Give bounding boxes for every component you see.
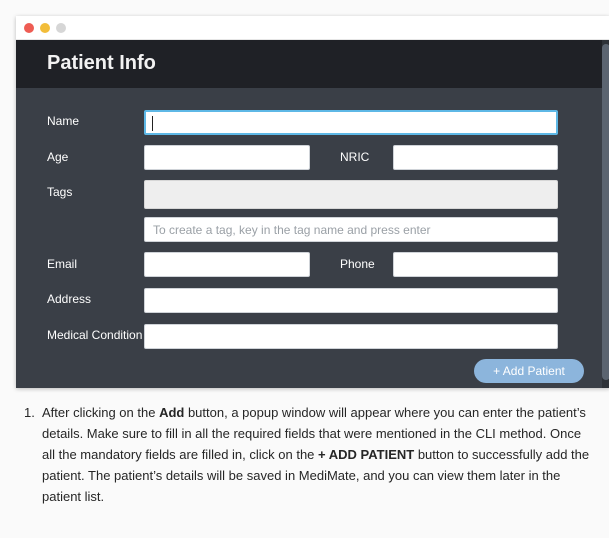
address-label: Address [47,292,92,306]
email-label: Email [47,257,78,271]
scrollbar-thumb[interactable] [602,44,609,380]
scrollbar[interactable] [602,40,609,388]
list-number: 1. [24,405,35,420]
form-header: Patient Info [16,40,602,88]
page-title: Patient Info [47,52,156,74]
tags-label: Tags [47,185,73,199]
phone-label: Phone [340,257,375,271]
name-input[interactable] [144,110,558,135]
close-window-icon[interactable] [24,23,34,33]
instruction-text: After clicking on the Add button, a popu… [42,402,596,507]
phone-input[interactable] [393,252,558,277]
maximize-window-icon[interactable] [56,23,66,33]
tags-display-area [144,180,558,209]
add-patient-button[interactable]: + Add Patient [474,359,584,383]
email-input[interactable] [144,252,310,277]
medical-condition-input[interactable] [144,324,558,349]
instruction-part-1: After clicking on the [42,405,160,420]
tag-input[interactable]: To create a tag, key in the tag name and… [144,217,558,242]
window-titlebar [16,16,609,40]
text-caret [152,116,153,131]
nric-input[interactable] [393,145,558,170]
name-label: Name [47,114,80,128]
minimize-window-icon[interactable] [40,23,50,33]
address-input[interactable] [144,288,558,313]
tag-input-placeholder: To create a tag, key in the tag name and… [153,223,431,237]
age-input[interactable] [144,145,310,170]
age-label: Age [47,150,69,164]
instruction-bold-add-patient: + ADD PATIENT [318,447,415,462]
nric-label: NRIC [340,150,370,164]
instruction-bold-add: Add [159,405,185,420]
patient-info-window: Patient Info Name Age NRIC Tags To creat… [16,16,609,388]
instructions-list: 1. After clicking on the Add button, a p… [24,402,596,507]
medical-condition-label: Medical Condition [47,328,143,342]
